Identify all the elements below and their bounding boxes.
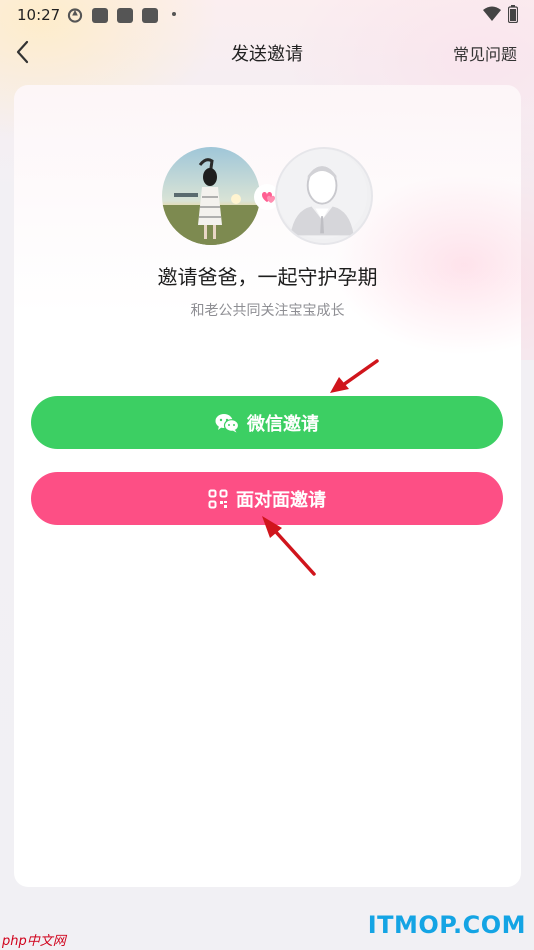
navigation-bar: 发送邀请 常见问题 bbox=[0, 30, 534, 74]
wechat-invite-label: 微信邀请 bbox=[247, 413, 319, 435]
wechat-invite-button[interactable]: 微信邀请 bbox=[31, 396, 503, 449]
qr-code-icon bbox=[208, 489, 228, 508]
status-bar: 10:27 bbox=[0, 0, 534, 30]
invite-subtitle: 和老公共同关注宝宝成长 bbox=[190, 303, 345, 319]
notification-icon bbox=[92, 8, 108, 23]
wechat-icon bbox=[215, 413, 239, 432]
faq-link[interactable]: 常见问题 bbox=[453, 41, 517, 65]
status-time: 10:27 bbox=[17, 6, 61, 24]
wifi-icon bbox=[483, 6, 501, 21]
notification-icon bbox=[142, 8, 158, 23]
invite-headline: 邀请爸爸，一起守护孕期 bbox=[157, 265, 378, 289]
sync-icon bbox=[67, 8, 83, 23]
watermark-left: php中文网 bbox=[2, 934, 66, 949]
notification-icon bbox=[117, 8, 133, 23]
face-to-face-invite-label: 面对面邀请 bbox=[236, 489, 326, 511]
mom-avatar bbox=[162, 147, 260, 245]
watermark-right: ITMOP.COM bbox=[367, 911, 526, 939]
more-notifications-icon bbox=[172, 12, 176, 16]
face-to-face-invite-button[interactable]: 面对面邀请 bbox=[31, 472, 503, 525]
invite-card: 邀请爸爸，一起守护孕期 和老公共同关注宝宝成长 微信邀请 面对面邀请 bbox=[14, 85, 521, 887]
battery-icon bbox=[508, 5, 518, 23]
dad-avatar-placeholder bbox=[275, 147, 373, 245]
